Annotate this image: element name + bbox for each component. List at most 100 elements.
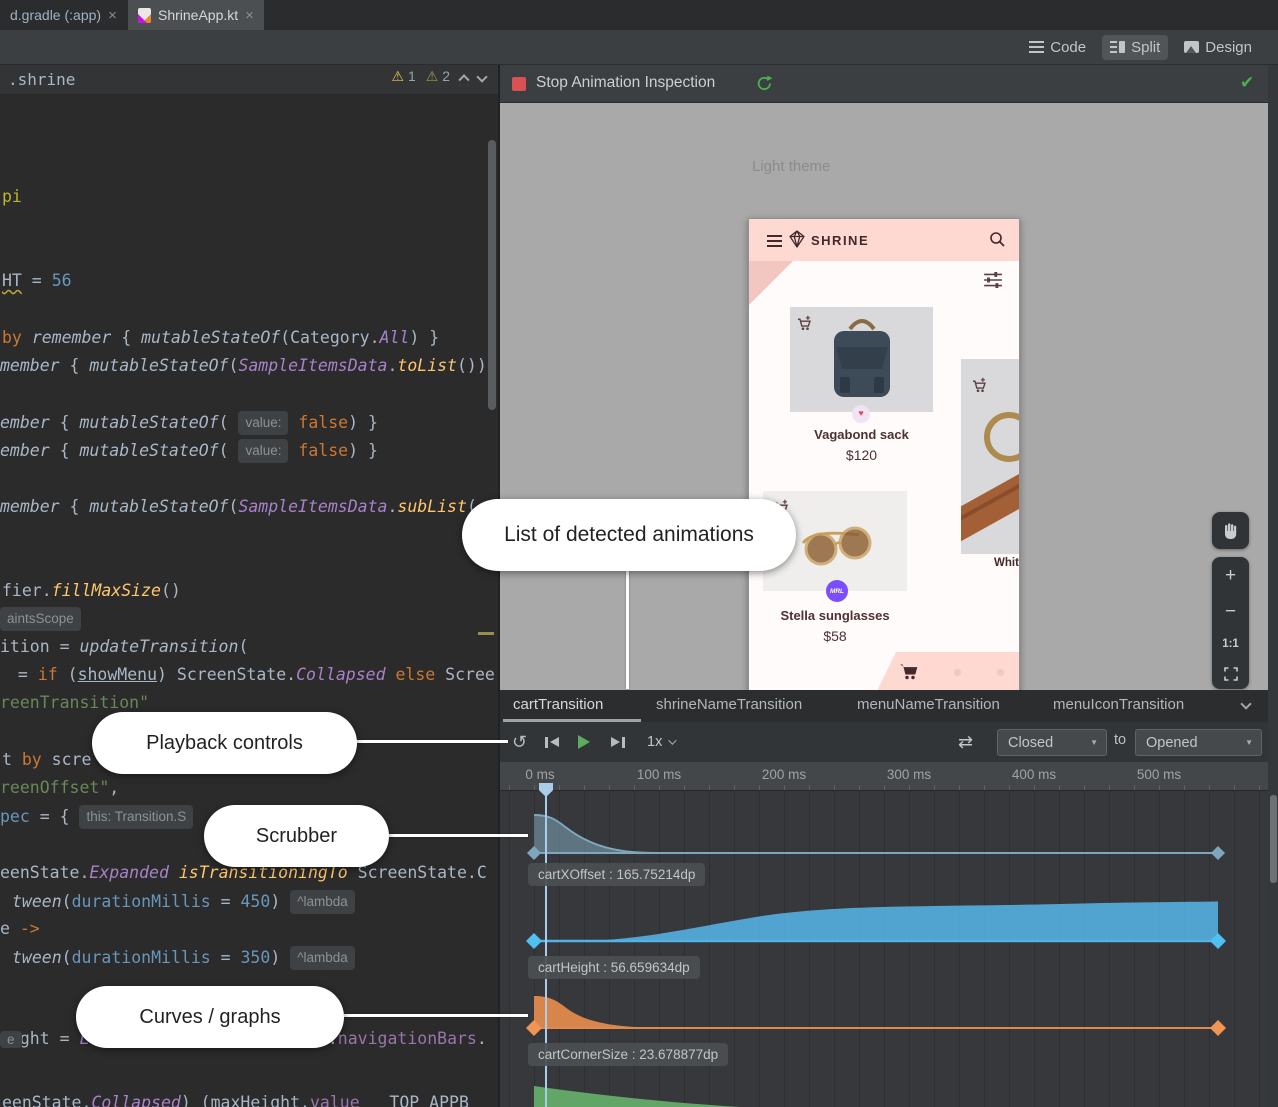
next-warning-icon[interactable]	[476, 71, 487, 82]
check-icon: ✔	[1240, 73, 1254, 93]
curve-value-label: cartXOffset : 165.75214dp	[528, 863, 705, 886]
refresh-icon[interactable]	[756, 75, 773, 92]
zoom-out-button[interactable]: −	[1225, 602, 1236, 621]
tick-label: 0 ms	[525, 767, 554, 782]
add-to-cart-icon	[971, 377, 988, 393]
go-to-end-button[interactable]	[611, 722, 625, 762]
code-line: member { mutableStateOf(SampleItemsData.…	[0, 355, 487, 377]
shrine-app-preview: SHRINE ♥ Vagabond sack	[748, 218, 1020, 696]
tick-label: 400 ms	[1012, 767, 1056, 782]
split-view-icon	[1110, 41, 1125, 53]
callout-playback-controls: Playback controls	[92, 712, 357, 774]
product-price: $58	[763, 628, 907, 644]
warning-count-2: 2	[442, 68, 450, 84]
code-line: ition = updateTransition(	[0, 636, 248, 658]
pan-tool-button[interactable]	[1212, 512, 1249, 549]
tick-label: 300 ms	[887, 767, 931, 782]
preview-theme-label: Light theme	[752, 158, 830, 175]
close-icon[interactable]: ×	[245, 7, 254, 24]
keyframe-diamond[interactable]	[1210, 1020, 1226, 1036]
shrine-app-bar: SHRINE	[749, 219, 1020, 261]
callout-line-animations	[626, 571, 629, 689]
code-line: ember { mutableStateOf( value: false) }	[0, 439, 378, 463]
code-line: tween(durationMillis = 350) ^lambda	[12, 946, 355, 970]
code-line: by remember { mutableStateOf(Category.Al…	[2, 327, 439, 349]
zoom-100-button[interactable]: 1:1	[1222, 638, 1239, 650]
animation-preview-pane: Stop Animation Inspection ✔ Light theme …	[500, 65, 1278, 1107]
callout-line-playback	[356, 740, 508, 743]
editor-scrollbar[interactable]	[488, 140, 496, 410]
from-state-value: Closed	[1008, 735, 1053, 751]
tab-gradle-file[interactable]: d.gradle (:app) ×	[0, 0, 127, 30]
hint-chip: e	[0, 1031, 22, 1048]
view-mode-split-button[interactable]: Split	[1102, 35, 1168, 60]
code-line: e ->	[0, 918, 40, 940]
callout-scrubber: Scrubber	[204, 805, 389, 867]
design-view-label: Design	[1205, 39, 1252, 56]
to-state-dropdown[interactable]: Opened ▼	[1135, 729, 1262, 756]
tab-menu-name-transition[interactable]: menuNameTransition	[857, 696, 1000, 713]
product-image-belt	[961, 359, 1020, 554]
curves-panel: cartXOffset : 165.75214dp cartHeight : 5…	[500, 790, 1278, 1107]
speed-value: 1x	[647, 734, 662, 750]
view-mode-design-button[interactable]: Design	[1176, 35, 1260, 60]
tab-shrineapp-file[interactable]: ShrineApp.kt ×	[128, 0, 264, 30]
inspection-widget[interactable]: ⚠ 1 ⚠ 2	[392, 68, 487, 85]
android-studio-window: d.gradle (:app) × ShrineApp.kt × Code Sp…	[0, 0, 1278, 1107]
zoom-to-fit-button[interactable]	[1224, 667, 1238, 681]
product-name: Vagabond sack	[790, 427, 933, 442]
code-editor-pane[interactable]: .shrine ⚠ 1 ⚠ 2 pi HT = 56 by remember {…	[0, 65, 500, 1107]
close-icon[interactable]: ×	[108, 7, 117, 24]
code-view-icon	[1029, 41, 1044, 53]
stop-animation-inspection-button[interactable]: Stop Animation Inspection	[536, 74, 715, 92]
code-view-label: Code	[1050, 39, 1086, 56]
keyframe-diamond[interactable]	[526, 933, 542, 949]
timeline-ruler[interactable]: 0 ms 100 ms 200 ms 300 ms 400 ms 500 ms	[500, 762, 1278, 790]
preview-canvas[interactable]: Light theme SHRINE	[500, 103, 1278, 690]
from-state-dropdown[interactable]: Closed ▼	[997, 729, 1107, 756]
swap-states-button[interactable]: ⇄	[958, 722, 973, 762]
search-icon	[989, 231, 1006, 248]
code-line: ember { mutableStateOf( value: false) }	[0, 411, 378, 435]
stop-icon[interactable]	[512, 77, 526, 91]
keyframe-diamond[interactable]	[1211, 846, 1225, 860]
code-line: fier.fillMaxSize()	[2, 580, 181, 602]
designer-badge-icon: ♥	[852, 405, 870, 423]
code-line: HT = 56	[2, 270, 72, 292]
app-bar-notch	[749, 261, 793, 305]
callout-line-scrubber	[389, 834, 528, 837]
code-line: member { mutableStateOf(SampleItemsData.…	[0, 496, 477, 518]
cart-icon	[899, 662, 919, 680]
split-view-label: Split	[1131, 39, 1160, 56]
code-line: pi	[2, 186, 22, 208]
menu-icon	[767, 235, 782, 250]
play-button[interactable]	[578, 722, 590, 762]
tab-cart-transition[interactable]: cartTransition	[513, 696, 603, 713]
chevron-down-icon[interactable]	[1240, 698, 1251, 709]
kotlin-file-icon	[138, 8, 151, 23]
shrine-brand-label: SHRINE	[811, 233, 869, 248]
tick-label: 500 ms	[1137, 767, 1181, 782]
go-to-start-button[interactable]	[545, 722, 559, 762]
code-line: t by scre	[2, 749, 91, 771]
product-price: $120	[790, 447, 933, 463]
right-scroll-gutter	[1268, 65, 1278, 1107]
playback-speed-dropdown[interactable]: 1x	[647, 722, 674, 762]
tab-shrineapp-label: ShrineApp.kt	[158, 7, 238, 23]
warning-icon: ⚠	[426, 68, 439, 84]
code-line: eenState.Collapsed) (maxHeight.value TOP…	[2, 1092, 469, 1107]
tab-shrine-name-transition[interactable]: shrineNameTransition	[656, 696, 802, 713]
tick-label: 200 ms	[762, 767, 806, 782]
loop-playback-button[interactable]: ↺	[512, 722, 527, 762]
vertical-scrollbar[interactable]	[1270, 795, 1277, 883]
chevron-down-icon	[668, 736, 676, 744]
prev-warning-icon[interactable]	[458, 74, 469, 85]
product-name: Stella sunglasses	[763, 608, 907, 623]
hand-icon	[1221, 521, 1240, 540]
view-mode-code-button[interactable]: Code	[1021, 35, 1094, 60]
code-line: = if (showMenu) ScreenState.Collapsed el…	[8, 664, 495, 686]
editor-toolbar: Code Split Design	[0, 30, 1278, 65]
tab-menu-icon-transition[interactable]: menuIconTransition	[1053, 696, 1184, 713]
zoom-in-button[interactable]: +	[1225, 566, 1236, 585]
code-line: reenOffset",	[0, 777, 119, 799]
